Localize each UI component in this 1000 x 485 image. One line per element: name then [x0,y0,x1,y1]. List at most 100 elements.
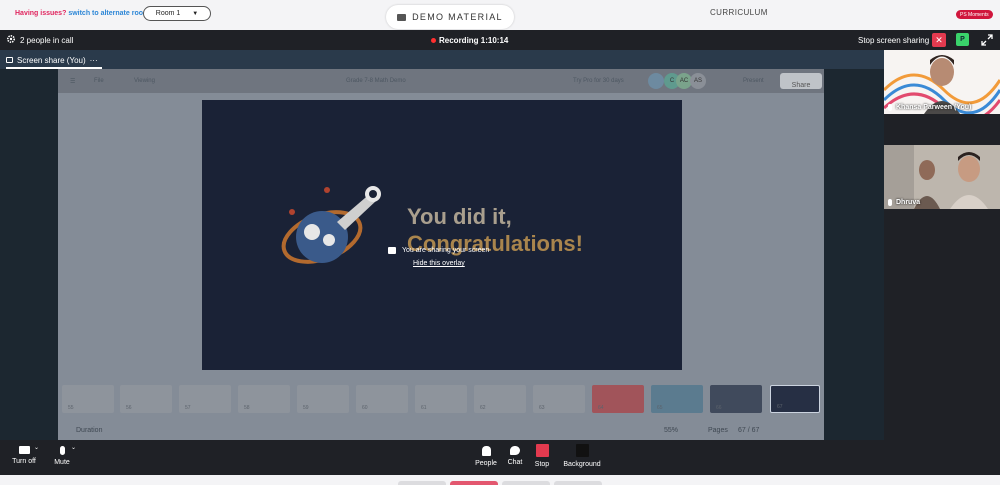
slide-thumbnail: 65 [651,385,703,413]
camera-toggle-label: Turn off [12,458,36,465]
slide-thumbnail: 57 [179,385,231,413]
sharing-overlay-text: You are sharing your screen [402,247,490,254]
share-button-label: Share [791,82,811,89]
zoom-level: 55% [664,427,679,434]
demo-material-button[interactable]: DEMO MATERIAL [386,5,514,29]
sharing-overlay-title: You are sharing your screen [388,247,508,254]
avatar [648,73,664,89]
folder-icon [397,13,407,21]
slide-heading-line1: You did it, [407,204,512,229]
slide-thumbnail-active: 67 [770,385,820,413]
alternate-room-link[interactable]: switch to alternate room [68,10,149,17]
participant-name: Dhruva [896,199,921,206]
participant-label: Dhruva [888,199,920,206]
slide-thumbnail: 66 [710,385,762,413]
bottom-tab[interactable] [398,481,446,485]
chevron-down-icon: ▼ [192,10,199,17]
shared-app-footer: Duration 55% Pages 67 / 67 [58,419,824,440]
file-menu: File [94,78,104,84]
demo-material-label: DEMO MATERIAL [412,12,503,22]
recording-time: Recording 1:10:14 [439,36,509,45]
share-button: Share [780,73,822,89]
stop-label: Stop [534,461,550,468]
bottom-tab[interactable] [554,481,602,485]
microphone-icon [59,446,65,455]
issues-notice: Having issues? switch to alternate room [15,10,149,17]
try-pro-link: Try Pro for 30 days [573,78,624,84]
camera-icon [18,446,30,454]
slide-thumbnail: 58 [238,385,290,413]
tab-screen-share[interactable]: Screen share (You) ··· [6,53,102,69]
hide-overlay-link[interactable]: Hide this overlay [413,260,508,267]
participant-tile[interactable]: Dhruva [884,145,1000,209]
slide-thumbnail: 60 [356,385,408,413]
viewing-mode: Viewing [134,78,155,84]
present-button: Present [743,78,764,84]
chat-bubble-icon [510,446,520,455]
record-dot-icon [431,38,436,43]
camera-toggle-button[interactable]: ⌄ Turn off [8,444,40,465]
bottom-tab[interactable] [502,481,550,485]
screen-icon [6,57,13,63]
ps-moments-badge[interactable]: PS Moments [956,10,993,19]
chevron-down-icon[interactable]: ⌄ [34,444,39,451]
tab-screen-share-label: Screen share (You) [17,55,86,65]
people-count: 2 people in call [20,36,74,45]
mute-button[interactable]: ⌄ Mute [50,444,76,466]
more-icon[interactable]: ··· [90,56,98,65]
chat-label: Chat [507,459,523,466]
astronaut-mascot-illustration [281,186,381,264]
recording-indicator: Recording 1:10:14 [431,36,508,45]
bottom-strip [0,475,1000,485]
room-select[interactable]: Room 1 ▼ [143,6,211,21]
shared-screen-area: ☰ File Viewing Grade 7-8 Math Demo Try P… [0,69,884,440]
slide-thumbnail-strip: 55 56 57 58 59 60 61 62 63 64 65 66 67 [58,383,824,415]
sharing-overlay: You are sharing your screen Hide this ov… [388,247,508,267]
slide-thumbnail: 56 [120,385,172,413]
slide-thumbnail: 59 [297,385,349,413]
person-icon [481,446,491,456]
fullscreen-icon[interactable] [981,34,993,46]
participant-name: Khansa Parween (You) [896,104,972,111]
slide-thumbnail: 62 [474,385,526,413]
slide-thumbnail: 63 [533,385,585,413]
ps-moments-label: PS Moments [960,11,989,18]
duration-label: Duration [76,427,103,434]
bottom-tab[interactable] [450,481,498,485]
call-header: 2 people in call Recording 1:10:14 Stop … [0,30,1000,50]
hamburger-icon: ☰ [70,79,76,85]
top-bar: Having issues? switch to alternate room … [0,0,1000,30]
pages-label: Pages [708,427,728,434]
call-controls: ⌄ Turn off ⌄ Mute People Chat Stop Backg… [0,440,1000,475]
chat-button[interactable]: Chat [505,446,525,466]
background-icon [575,444,589,457]
gear-icon[interactable] [6,34,16,44]
mic-icon [888,104,892,111]
share-tab-bar: Screen share (You) ··· [0,50,884,69]
stop-share-button[interactable]: Stop [532,444,552,468]
slide-thumbnail: 61 [415,385,467,413]
background-label: Background [563,461,601,468]
issues-text: Having issues? [15,10,67,17]
slide-thumbnail: 55 [62,385,114,413]
mute-label: Mute [54,459,70,466]
stop-sharing-button[interactable]: ✕ [932,33,946,47]
screen-share-icon [388,247,396,254]
people-button[interactable]: People [472,446,500,467]
chevron-down-icon[interactable]: ⌄ [71,444,76,451]
participant-p-button[interactable]: P [956,33,969,46]
people-label: People [475,460,497,467]
room-select-value: Room 1 [155,10,181,17]
mic-icon [888,199,892,206]
page-count: 67 / 67 [738,427,760,434]
curriculum-tab[interactable]: CURRICULUM [710,8,768,17]
stop-screen-icon [535,444,549,457]
avatar-initials: AS [690,73,706,89]
slide-thumbnail: 64 [592,385,644,413]
shared-app-toolbar: ☰ File Viewing Grade 7-8 Math Demo Try P… [58,69,824,93]
background-button[interactable]: Background [560,444,604,468]
doc-title: Grade 7-8 Math Demo [346,78,406,84]
stop-sharing-label: Stop screen sharing [858,36,930,45]
participant-tile[interactable]: Khansa Parween (You) [884,50,1000,114]
call-window: 2 people in call Recording 1:10:14 Stop … [0,30,1000,475]
